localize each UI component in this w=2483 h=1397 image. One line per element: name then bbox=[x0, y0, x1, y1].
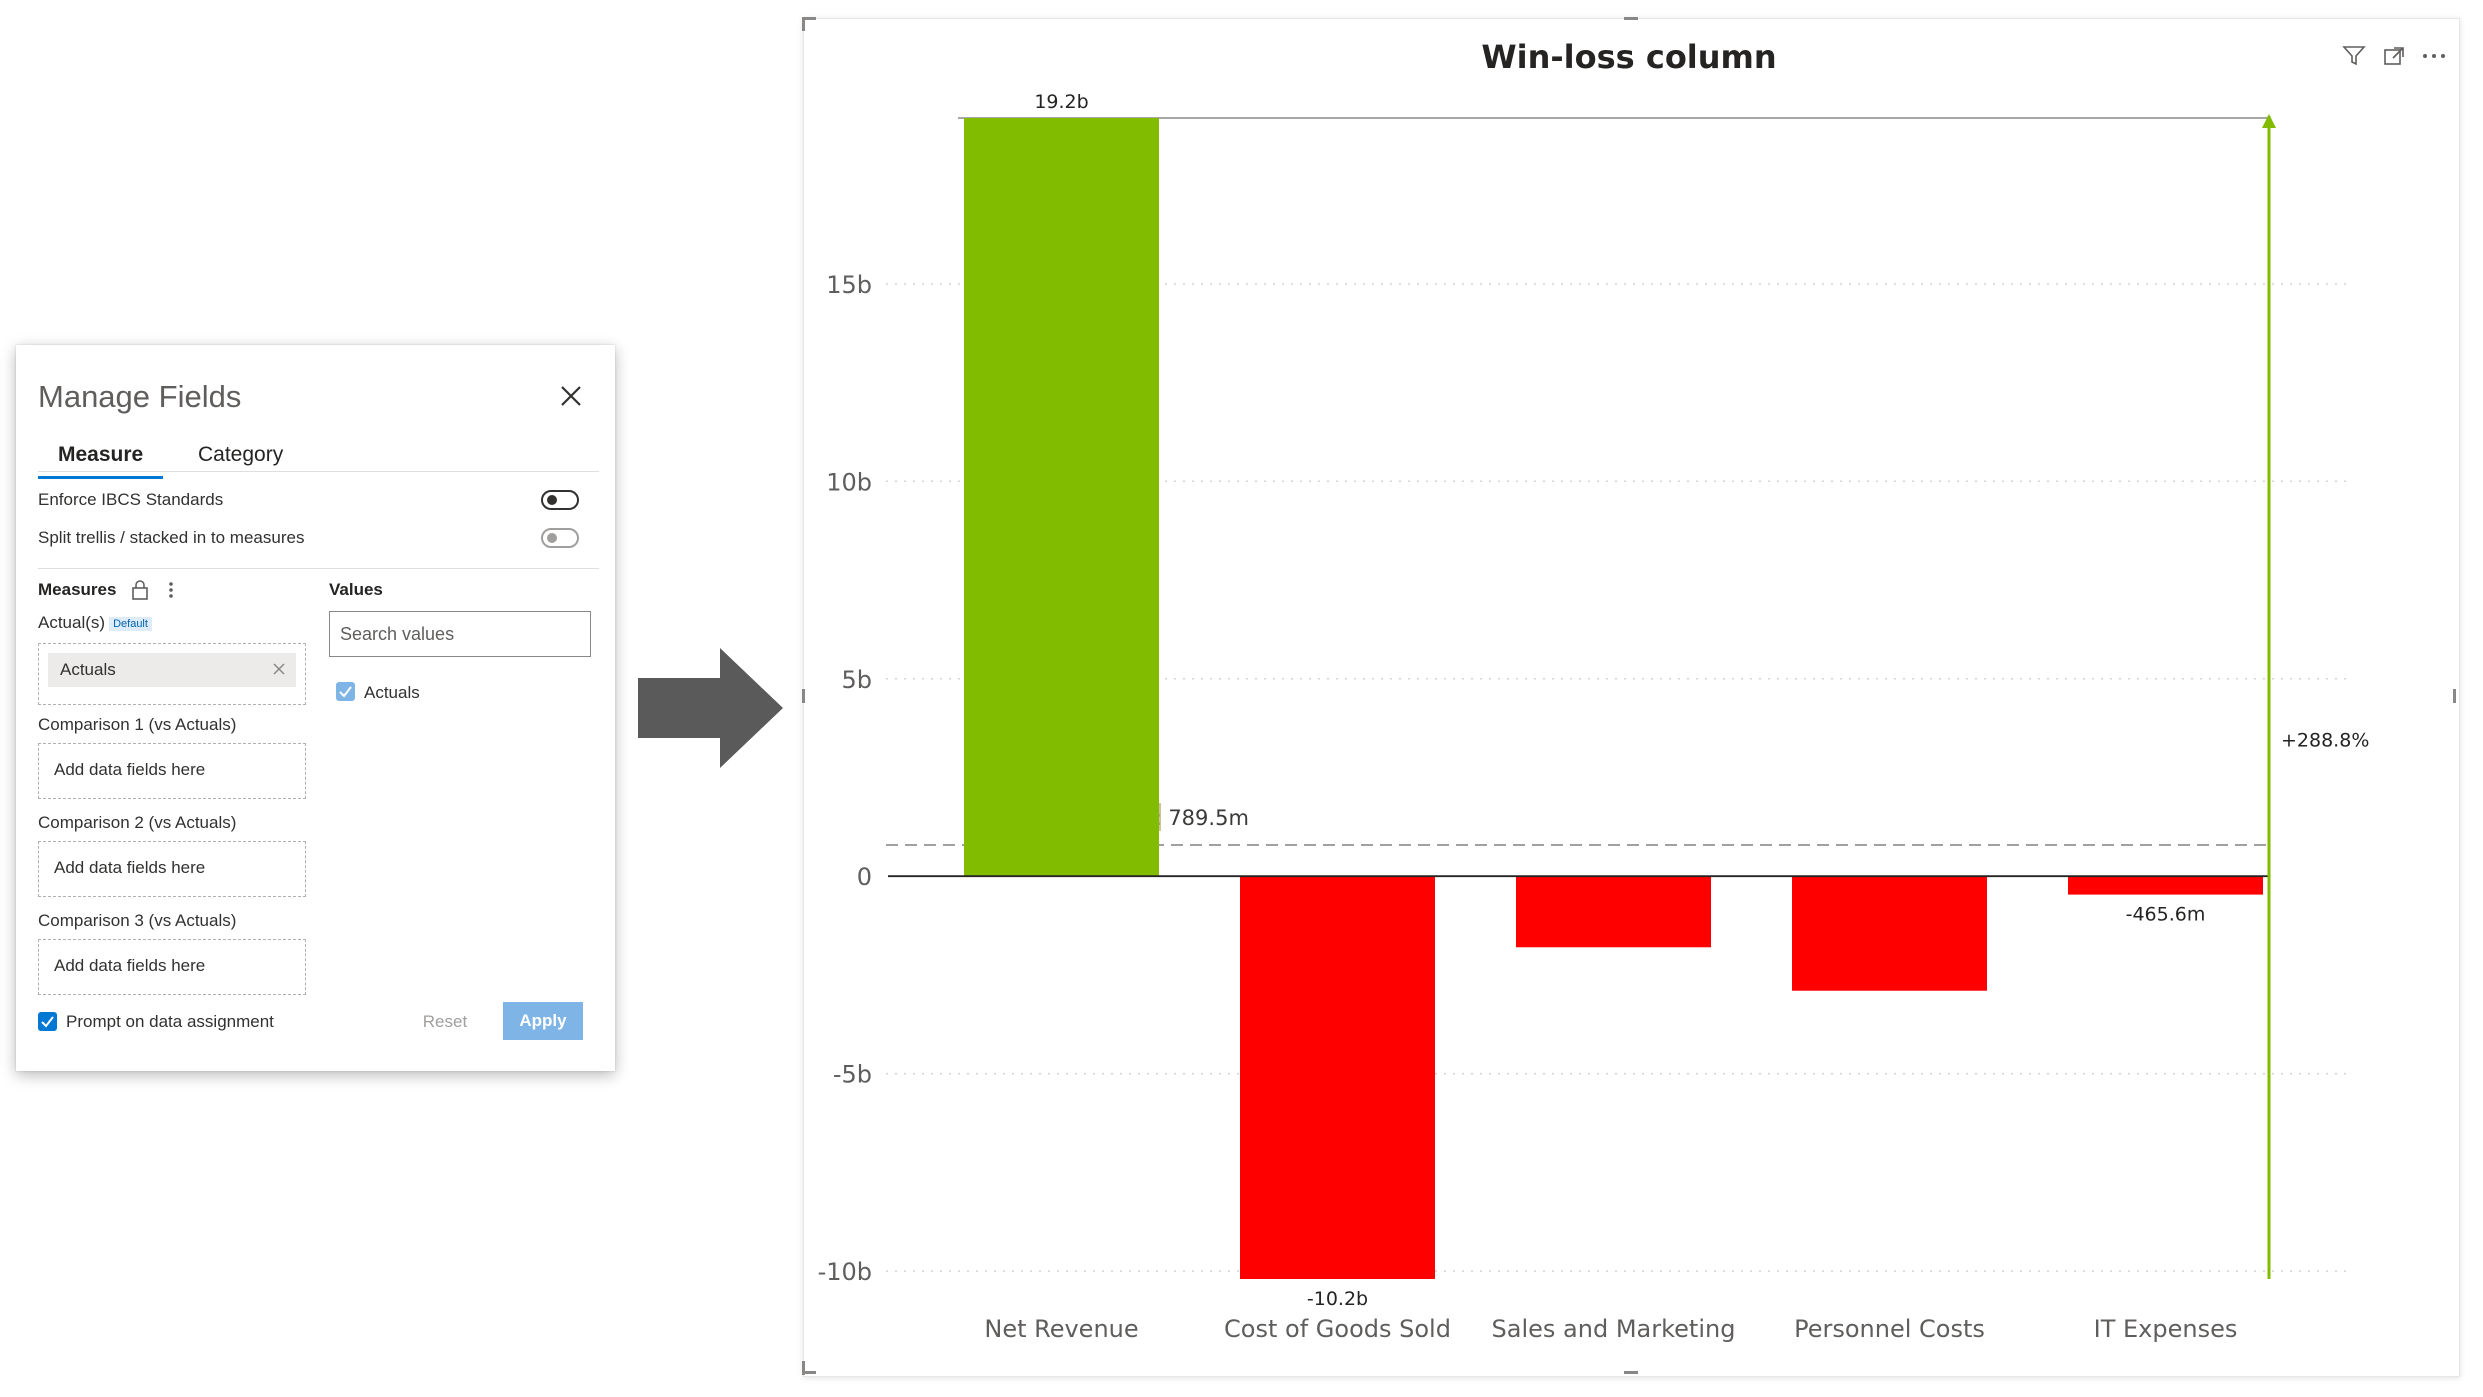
measures-heading: Measures bbox=[38, 580, 117, 599]
y-tick-label: 5b bbox=[841, 666, 872, 694]
comparison2-placeholder: Add data fields here bbox=[54, 858, 206, 877]
comparison1-label: Comparison 1 (vs Actuals) bbox=[38, 715, 237, 734]
prompt-checkbox[interactable] bbox=[38, 1012, 57, 1031]
actuals-label: Actual(s) Default bbox=[38, 613, 152, 633]
x-tick-label: Net Revenue bbox=[984, 1315, 1138, 1343]
comparison3-dropzone[interactable]: Add data fields here bbox=[38, 939, 306, 995]
comparison3-placeholder: Add data fields here bbox=[54, 956, 206, 975]
actuals-value-checkbox[interactable] bbox=[336, 682, 355, 701]
data-label: -465.6m bbox=[2126, 904, 2206, 926]
y-tick-label: 10b bbox=[826, 468, 872, 496]
y-tick-label: 0 bbox=[857, 863, 872, 891]
y-tick-label: -5b bbox=[833, 1061, 872, 1089]
reset-button[interactable]: Reset bbox=[410, 1003, 480, 1041]
split-trellis-toggle[interactable] bbox=[541, 528, 579, 548]
variance-arrow-head bbox=[2262, 114, 2276, 128]
bar bbox=[1792, 876, 1987, 991]
prompt-label: Prompt on data assignment bbox=[66, 1012, 274, 1031]
close-icon[interactable] bbox=[556, 381, 586, 411]
x-tick-label: Cost of Goods Sold bbox=[1224, 1315, 1451, 1343]
tab-bar: Measure Category bbox=[37, 443, 599, 479]
enforce-ibcs-label: Enforce IBCS Standards bbox=[38, 490, 224, 509]
actuals-dropzone[interactable]: Actuals bbox=[38, 643, 306, 705]
manage-fields-dialog: Manage Fields Measure Category Enforce I… bbox=[16, 345, 615, 1071]
comparison1-placeholder: Add data fields here bbox=[54, 760, 206, 779]
x-tick-label: IT Expenses bbox=[2094, 1315, 2238, 1343]
tab-measure[interactable]: Measure bbox=[37, 443, 164, 479]
more-options-icon[interactable] bbox=[168, 579, 174, 606]
enforce-ibcs-toggle[interactable] bbox=[541, 490, 579, 510]
apply-button[interactable]: Apply bbox=[503, 1002, 583, 1040]
bar bbox=[2068, 876, 2263, 895]
split-trellis-label: Split trellis / stacked in to measures bbox=[38, 528, 305, 547]
bar-layer: 19.2b -10.2b -465.6m bbox=[964, 91, 2263, 1310]
x-tick-label: Personnel Costs bbox=[1794, 1315, 1985, 1343]
win-loss-chart: Win-loss column Avg : 789.5m 19.2b-10.2b… bbox=[818, 38, 2370, 1343]
comparison2-label: Comparison 2 (vs Actuals) bbox=[38, 813, 237, 832]
bar bbox=[1516, 876, 1711, 948]
values-heading: Values bbox=[329, 580, 383, 599]
comparison3-label: Comparison 3 (vs Actuals) bbox=[38, 911, 237, 930]
arrow-right-icon bbox=[638, 648, 783, 773]
remove-field-icon[interactable] bbox=[272, 662, 286, 676]
comparison1-dropzone[interactable]: Add data fields here bbox=[38, 743, 306, 799]
actuals-field-pill[interactable]: Actuals bbox=[48, 653, 296, 687]
tab-category[interactable]: Category bbox=[198, 443, 283, 475]
divider bbox=[38, 568, 599, 569]
actuals-value-label: Actuals bbox=[364, 683, 420, 702]
y-tick-label: -10b bbox=[818, 1258, 872, 1286]
bar bbox=[1240, 876, 1435, 1279]
dialog-title: Manage Fields bbox=[38, 379, 242, 414]
x-tick-label: Sales and Marketing bbox=[1492, 1315, 1736, 1343]
lock-icon bbox=[131, 579, 149, 606]
default-badge: Default bbox=[109, 616, 152, 631]
search-values-input[interactable] bbox=[329, 611, 591, 657]
data-label: 19.2b bbox=[1034, 91, 1088, 113]
actuals-label-text: Actual(s) bbox=[38, 613, 106, 632]
chart-visual[interactable]: Win-loss column Avg : 789.5m 19.2b -10.2b… bbox=[802, 17, 2460, 1377]
actuals-pill-label: Actuals bbox=[60, 660, 116, 679]
data-label: -10.2b bbox=[1307, 1288, 1368, 1310]
chart-title: Win-loss column bbox=[1481, 38, 1776, 76]
y-tick-label: 15b bbox=[826, 271, 872, 299]
comparison2-dropzone[interactable]: Add data fields here bbox=[38, 841, 306, 897]
bar bbox=[964, 118, 1159, 877]
variance-label: +288.8% bbox=[2281, 730, 2369, 752]
